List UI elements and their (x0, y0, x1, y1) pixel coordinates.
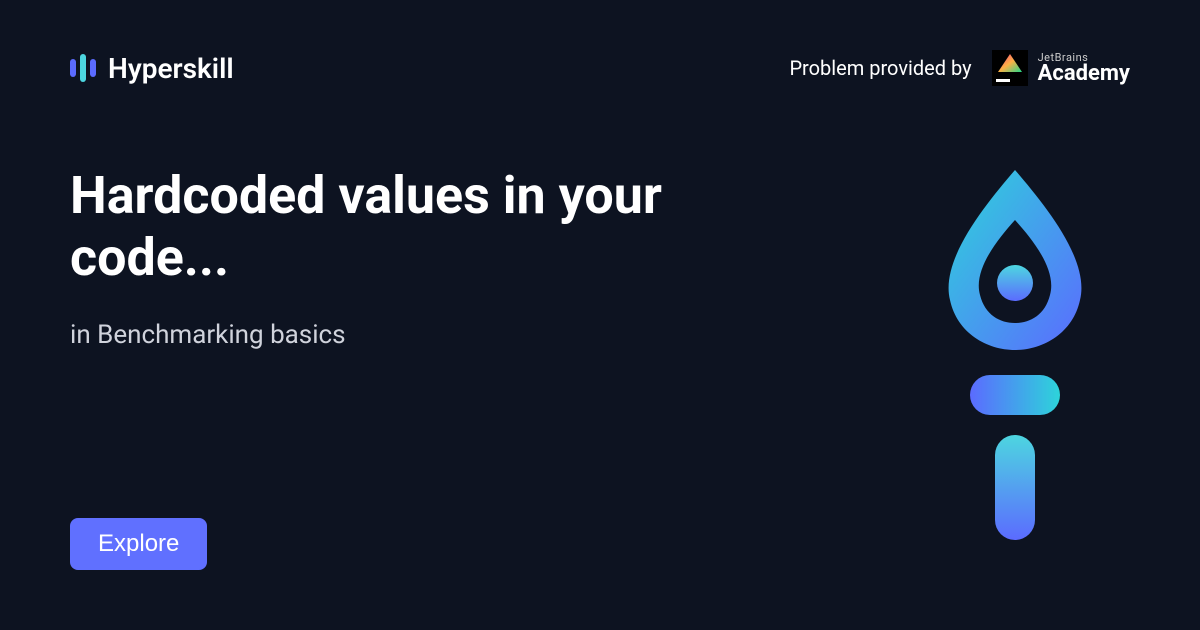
page-title: Hardcoded values in your code... (70, 165, 770, 290)
logo-text: Hyperskill (108, 52, 234, 85)
jetbrains-text: JetBrains Academy (1038, 52, 1130, 85)
jb-big-label: Academy (1038, 63, 1130, 85)
header: Hyperskill Problem provided by (0, 0, 1200, 86)
hyperskill-logo: Hyperskill (70, 52, 234, 85)
jetbrains-box-icon (992, 50, 1028, 86)
provider-label: Problem provided by (789, 56, 971, 80)
logo-bars-icon (70, 54, 96, 82)
explore-button[interactable]: Explore (70, 518, 207, 570)
content-block: Hardcoded values in your code... in Benc… (70, 165, 770, 350)
provider-block: Problem provided by JetBrains (789, 50, 1130, 86)
pen-torch-icon (925, 165, 1105, 545)
page-subtitle: in Benchmarking basics (70, 320, 770, 350)
jetbrains-academy-logo: JetBrains Academy (992, 50, 1130, 86)
